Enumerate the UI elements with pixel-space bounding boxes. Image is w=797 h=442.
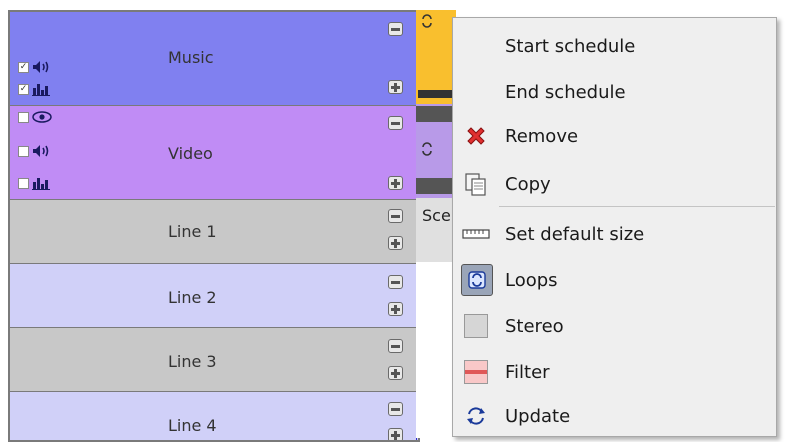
track-list: ✓ ✓ Music Video Line 1 Line 2 Line 3 Lin… <box>8 10 420 442</box>
red-x-icon <box>461 121 491 151</box>
video-equalizer-checkbox[interactable] <box>18 177 29 189</box>
track-line-4[interactable]: Line 4 <box>10 392 418 440</box>
menu-item-label: Remove <box>505 125 579 147</box>
menu-item-label: Start schedule <box>505 35 636 57</box>
equalizer-enable-checkbox[interactable]: ✓ <box>18 83 29 95</box>
menu-separator <box>499 206 775 207</box>
audio-enable-control[interactable]: ✓ <box>18 59 56 75</box>
collapse-button[interactable] <box>388 402 403 416</box>
equalizer-icon <box>32 84 50 96</box>
video-audio-checkbox[interactable] <box>18 145 29 157</box>
track-name: Video <box>168 144 213 163</box>
filter-icon <box>461 357 491 387</box>
collapse-button[interactable] <box>388 22 403 36</box>
waveform <box>418 90 454 98</box>
menu-item-stereo[interactable]: Stereo <box>453 304 776 348</box>
expand-button[interactable] <box>388 236 403 250</box>
expand-button[interactable] <box>388 302 403 316</box>
menu-item-label: Stereo <box>505 315 564 337</box>
track-line-2[interactable]: Line 2 <box>10 264 418 328</box>
collapse-button[interactable] <box>388 209 403 223</box>
menu-item-label: Loops <box>505 269 558 291</box>
loop-small-icon <box>422 14 432 28</box>
app-window: ✓ ✓ Music Video Line 1 Line 2 Line 3 Lin… <box>0 0 797 442</box>
menu-item-loops[interactable]: Loops <box>453 258 776 302</box>
menu-item-set-default-size[interactable]: Set default size <box>453 212 776 256</box>
update-icon <box>461 401 491 431</box>
track-name: Line 2 <box>168 288 217 307</box>
menu-item-end-schedule[interactable]: End schedule <box>453 70 776 114</box>
video-audio-control[interactable] <box>18 143 56 159</box>
track-music[interactable]: ✓ ✓ Music <box>10 12 418 106</box>
loop-icon <box>461 264 493 296</box>
menu-item-label: Set default size <box>505 223 645 245</box>
timeline-area[interactable]: Sce <box>416 10 456 438</box>
menu-item-label: Filter <box>505 361 550 383</box>
ruler-icon <box>461 219 491 249</box>
visibility-checkbox[interactable] <box>18 111 29 123</box>
menu-item-start-schedule[interactable]: Start schedule <box>453 24 776 68</box>
expand-button[interactable] <box>388 176 403 190</box>
eye-icon <box>32 111 52 123</box>
expand-button[interactable] <box>388 366 403 380</box>
collapse-button[interactable] <box>388 275 403 289</box>
track-name: Line 1 <box>168 222 217 241</box>
video-clip[interactable] <box>416 104 456 198</box>
expand-button[interactable] <box>388 428 403 440</box>
menu-item-filter[interactable]: Filter <box>453 350 776 394</box>
video-equalizer-control[interactable] <box>18 175 56 191</box>
track-line-3[interactable]: Line 3 <box>10 328 418 392</box>
scene-clip[interactable]: Sce <box>416 198 456 262</box>
collapse-button[interactable] <box>388 116 403 130</box>
film-strip-top <box>416 106 456 122</box>
speaker-icon <box>33 145 49 157</box>
menu-item-update[interactable]: Update <box>453 394 776 438</box>
expand-button[interactable] <box>388 80 403 94</box>
audio-clip[interactable] <box>416 10 456 104</box>
menu-item-remove[interactable]: Remove <box>453 114 776 158</box>
menu-item-label: Update <box>505 405 571 427</box>
menu-item-label: Copy <box>505 173 551 195</box>
copy-icon <box>461 169 491 199</box>
menu-item-copy[interactable]: Copy <box>453 162 776 206</box>
track-name: Music <box>168 48 214 67</box>
loop-small-icon <box>422 142 432 156</box>
stereo-icon <box>461 311 491 341</box>
film-strip-bottom <box>416 178 456 194</box>
context-menu: Start schedule End schedule Remove Copy … <box>452 17 777 437</box>
track-video[interactable]: Video <box>10 106 418 200</box>
track-name: Line 3 <box>168 352 217 371</box>
equalizer-icon <box>32 178 50 190</box>
equalizer-enable-control[interactable]: ✓ <box>18 81 56 97</box>
track-name: Line 4 <box>168 416 217 435</box>
audio-enable-checkbox[interactable]: ✓ <box>18 61 29 73</box>
track-line-1[interactable]: Line 1 <box>10 200 418 264</box>
visibility-control[interactable] <box>18 109 56 125</box>
collapse-button[interactable] <box>388 339 403 353</box>
menu-item-label: End schedule <box>505 81 626 103</box>
speaker-icon <box>33 61 49 73</box>
